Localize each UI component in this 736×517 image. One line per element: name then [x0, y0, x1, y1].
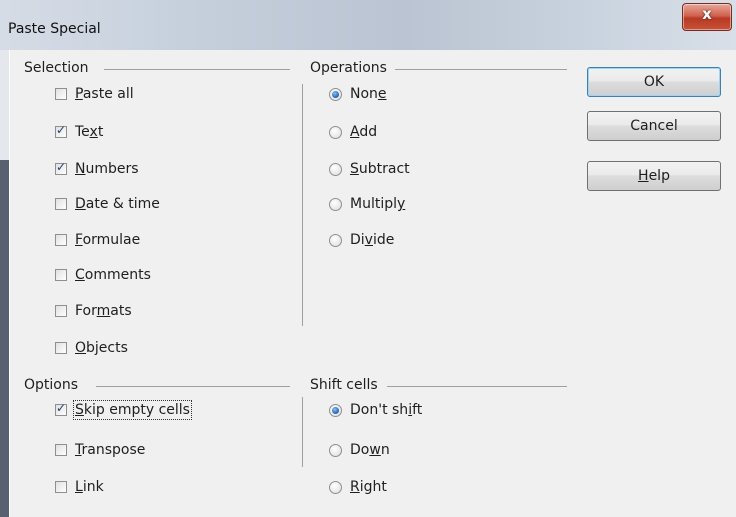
checkbox[interactable]: [55, 234, 67, 246]
operations-vertical-divider: [302, 84, 303, 326]
options-legend: Options: [24, 377, 79, 393]
radio-button[interactable]: [329, 125, 342, 139]
selection-option[interactable]: Numbers: [55, 160, 139, 177]
options-option[interactable]: Transpose: [55, 442, 145, 458]
options-divider: [96, 386, 290, 387]
shift-cells-option[interactable]: Right: [329, 479, 387, 495]
options-option[interactable]: Link: [55, 479, 104, 495]
selection-option[interactable]: Objects: [55, 340, 128, 356]
operations-option[interactable]: Add: [329, 124, 377, 140]
option-label: Comments: [75, 267, 151, 283]
selection-divider: [104, 69, 290, 70]
ok-button[interactable]: OK: [587, 67, 721, 97]
radio-button[interactable]: [329, 480, 342, 494]
checkbox[interactable]: [55, 342, 67, 354]
selection-option[interactable]: Formats: [55, 303, 132, 319]
option-label: Transpose: [75, 442, 146, 458]
close-icon: x: [702, 5, 712, 23]
option-label: Add: [350, 124, 378, 140]
operations-option[interactable]: Subtract: [329, 161, 410, 177]
option-label: Skip empty cells: [73, 400, 192, 420]
selection-option[interactable]: Paste all: [55, 86, 134, 102]
option-label: Subtract: [350, 161, 410, 177]
selection-option[interactable]: Text: [55, 123, 104, 140]
option-label: Formulae: [75, 232, 141, 248]
option-label: Date & time: [75, 196, 160, 212]
selection-legend: Selection: [24, 60, 89, 76]
selection-option[interactable]: Comments: [55, 267, 151, 283]
radio-button[interactable]: [329, 233, 342, 247]
option-label: Multiply: [350, 196, 406, 212]
option-label: Objects: [75, 340, 128, 356]
option-label: Text: [75, 124, 104, 140]
checkbox[interactable]: [55, 269, 67, 281]
option-label: Formats: [75, 303, 132, 319]
operations-option[interactable]: Divide: [329, 232, 394, 248]
radio-button[interactable]: [329, 403, 342, 417]
checkbox[interactable]: [55, 88, 67, 100]
radio-button[interactable]: [329, 197, 342, 211]
options-option[interactable]: Skip empty cells: [55, 400, 192, 420]
help-button[interactable]: Help: [587, 161, 721, 191]
window-left-edge: [0, 50, 9, 160]
selection-option[interactable]: Date & time: [55, 196, 160, 212]
option-label: Don't shift: [350, 402, 423, 418]
checkbox[interactable]: [55, 305, 67, 317]
operations-option[interactable]: None: [329, 86, 387, 102]
checkbox[interactable]: [55, 123, 67, 138]
option-label: Right: [350, 479, 387, 495]
shift-cells-divider: [387, 386, 567, 387]
option-label: Down: [350, 442, 390, 458]
shift-cells-option[interactable]: Don't shift: [329, 402, 422, 418]
shift-cells-vertical-divider: [302, 397, 303, 467]
radio-button[interactable]: [329, 87, 342, 101]
close-button[interactable]: x: [682, 3, 732, 31]
selection-option[interactable]: Formulae: [55, 232, 140, 248]
checkbox[interactable]: [55, 444, 67, 456]
window-title: Paste Special: [8, 21, 101, 37]
checkbox[interactable]: [55, 401, 67, 416]
option-label: None: [350, 86, 387, 102]
checkbox[interactable]: [55, 160, 67, 175]
shift-cells-legend: Shift cells: [310, 377, 378, 393]
radio-button[interactable]: [329, 162, 342, 176]
option-label: Paste all: [75, 86, 134, 102]
cancel-button[interactable]: Cancel: [587, 111, 721, 141]
operations-divider: [395, 69, 567, 70]
option-label: Link: [75, 479, 104, 495]
operations-option[interactable]: Multiply: [329, 196, 405, 212]
operations-legend: Operations: [310, 60, 387, 76]
option-label: Divide: [350, 232, 395, 248]
title-bar: Paste Special x: [0, 0, 736, 50]
option-label: Numbers: [75, 161, 139, 177]
radio-button[interactable]: [329, 443, 342, 457]
shift-cells-option[interactable]: Down: [329, 442, 390, 458]
window-left-edge-dark: [0, 160, 9, 517]
checkbox[interactable]: [55, 481, 67, 493]
checkbox[interactable]: [55, 198, 67, 210]
